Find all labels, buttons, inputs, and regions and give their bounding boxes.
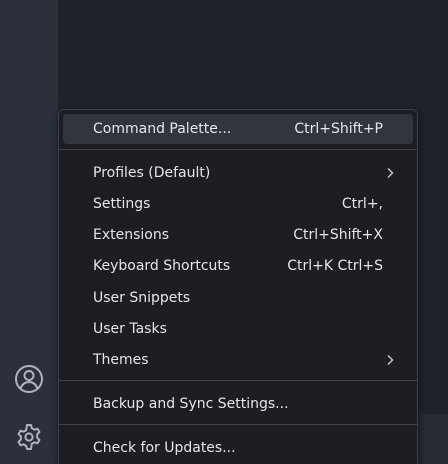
menu-item-label: User Snippets: [93, 290, 191, 306]
activity-bar: [0, 0, 58, 464]
menu-item-label: Profiles (Default): [93, 165, 211, 181]
menu-item-shortcut: Ctrl+K Ctrl+S: [287, 258, 383, 274]
menu-item-shortcut: Ctrl+Shift+P: [294, 121, 383, 137]
menu-item-check-updates[interactable]: Check for Updates...: [63, 433, 413, 463]
menu-item-themes[interactable]: Themes: [63, 345, 413, 375]
menu-item-label: Themes: [93, 352, 149, 368]
menu-separator: [59, 380, 417, 381]
menu-item-keyboard-shortcuts[interactable]: Keyboard Shortcuts Ctrl+K Ctrl+S: [63, 251, 413, 281]
menu-item-shortcut: Ctrl+Shift+X: [293, 227, 383, 243]
account-icon[interactable]: [10, 360, 48, 398]
chevron-right-icon: [387, 168, 394, 178]
menu-item-settings[interactable]: Settings Ctrl+,: [63, 189, 413, 219]
menu-item-label: Check for Updates...: [93, 440, 236, 456]
menu-separator: [59, 149, 417, 150]
editor-area: [418, 414, 448, 464]
menu-item-backup-sync[interactable]: Backup and Sync Settings...: [63, 389, 413, 419]
menu-item-user-snippets[interactable]: User Snippets: [63, 283, 413, 313]
menu-item-command-palette[interactable]: Command Palette... Ctrl+Shift+P: [63, 114, 413, 144]
menu-item-label: Keyboard Shortcuts: [93, 258, 231, 274]
menu-item-extensions[interactable]: Extensions Ctrl+Shift+X: [63, 220, 413, 250]
menu-item-label: Settings: [93, 196, 151, 212]
manage-context-menu: Command Palette... Ctrl+Shift+P Profiles…: [58, 109, 418, 464]
menu-item-label: Command Palette...: [93, 121, 232, 137]
gear-icon[interactable]: [10, 418, 48, 456]
menu-item-label: Extensions: [93, 227, 170, 243]
menu-separator: [59, 424, 417, 425]
editor-window: Command Palette... Ctrl+Shift+P Profiles…: [0, 0, 448, 464]
menu-item-label: Backup and Sync Settings...: [93, 396, 289, 412]
menu-item-user-tasks[interactable]: User Tasks: [63, 314, 413, 344]
chevron-right-icon: [387, 355, 394, 365]
menu-item-shortcut: Ctrl+,: [341, 196, 383, 212]
menu-item-label: User Tasks: [93, 321, 167, 337]
menu-item-profiles[interactable]: Profiles (Default): [63, 158, 413, 188]
